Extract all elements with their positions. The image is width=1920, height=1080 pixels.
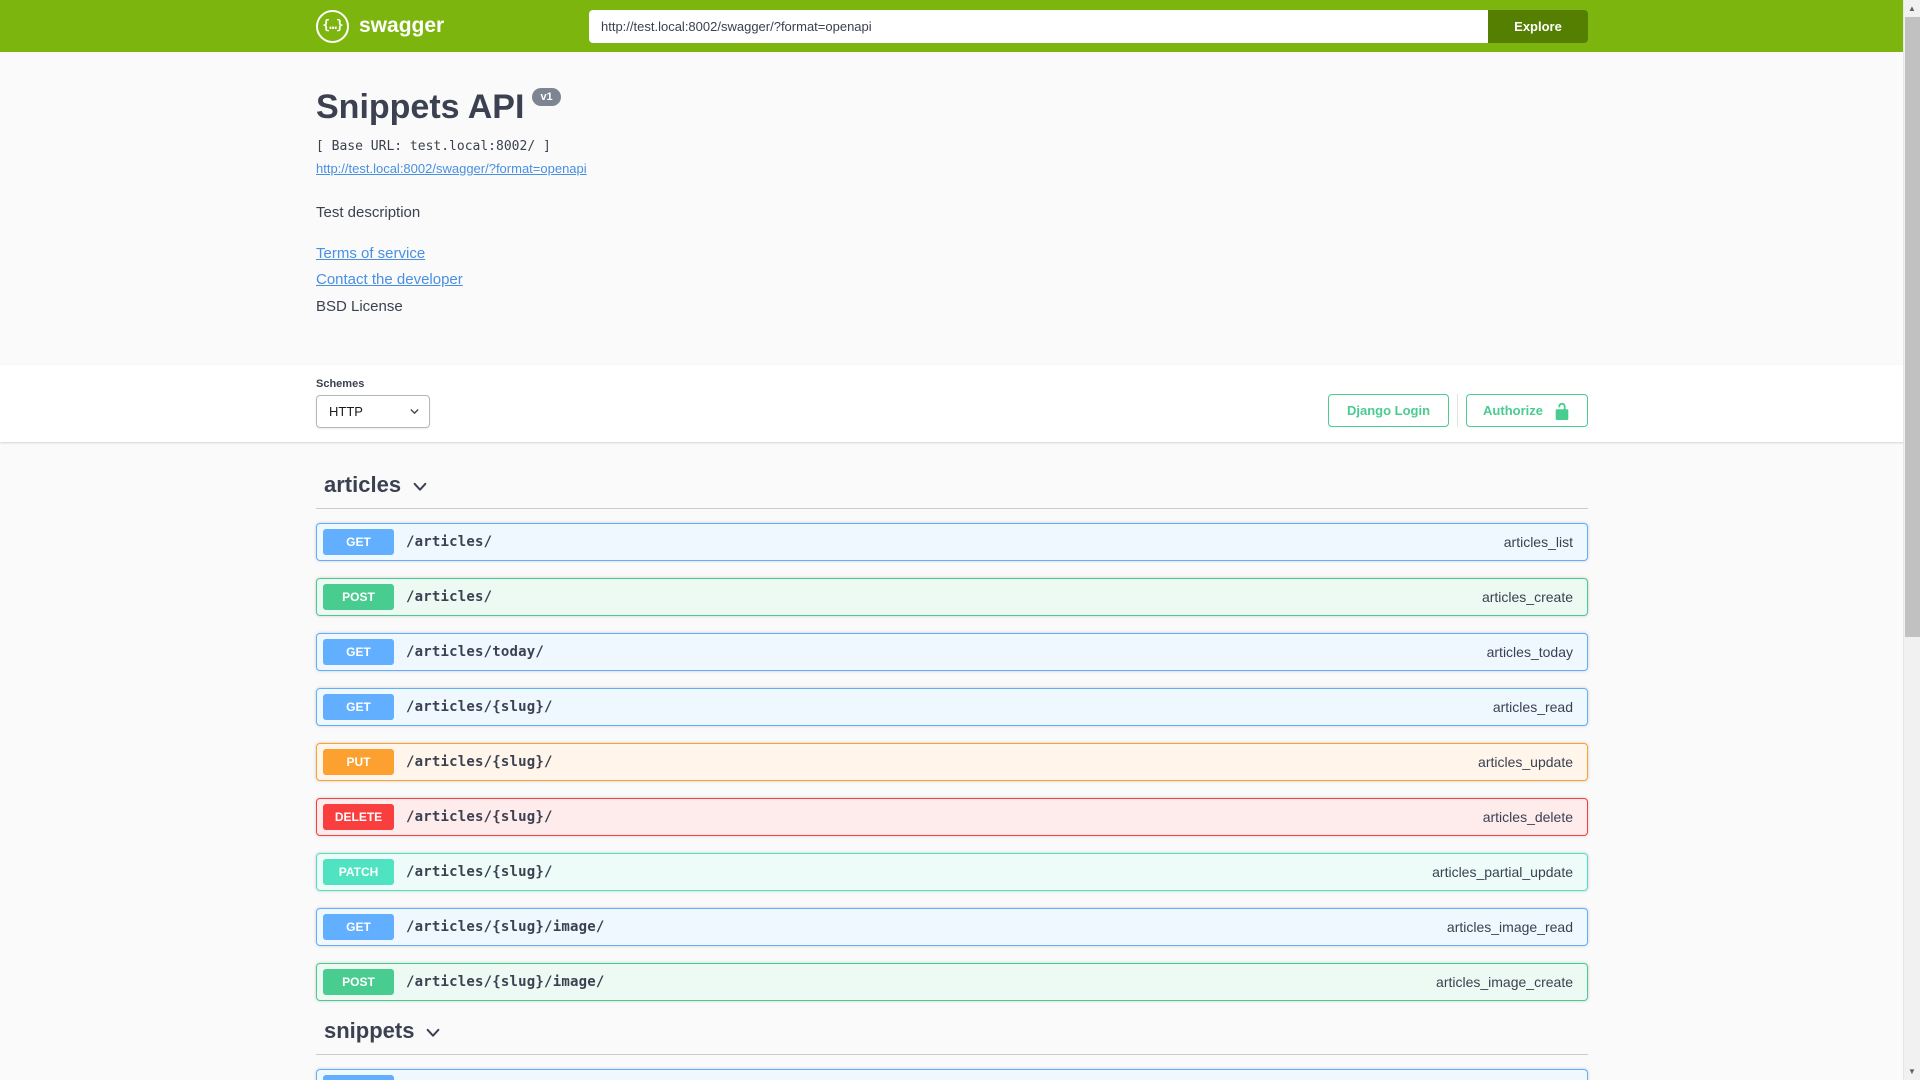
swagger-ui-page: {…} swagger Explore Snippets API v1 [ Bas… xyxy=(0,0,1920,1080)
tag-section: snippets GET /snippets/ snippets_list xyxy=(316,1018,1588,1080)
chevron-down-icon xyxy=(427,1028,440,1037)
auth-divider xyxy=(1457,394,1459,427)
tag-title: snippets xyxy=(324,1018,415,1043)
operation-row[interactable]: GET /snippets/ snippets_list xyxy=(316,1069,1588,1080)
scrollbar[interactable]: ▲ ▼ xyxy=(1903,0,1920,1080)
operation-row[interactable]: POST /articles/ articles_create xyxy=(316,578,1588,616)
operation-row[interactable]: GET /articles/{slug}/image/ articles_ima… xyxy=(316,908,1588,946)
scrollbar-down-icon[interactable]: ▼ xyxy=(1904,1063,1920,1080)
method-badge: GET xyxy=(323,639,394,665)
api-title-text: Snippets API xyxy=(316,88,525,126)
scheme-select[interactable]: HTTP xyxy=(316,395,430,428)
auth-wrapper: Django Login Authorize xyxy=(1328,394,1588,427)
method-badge: POST xyxy=(323,584,394,610)
scrollbar-thumb[interactable] xyxy=(1905,17,1920,637)
django-login-button[interactable]: Django Login xyxy=(1328,394,1450,427)
authorize-button[interactable]: Authorize xyxy=(1466,394,1588,427)
op-id: articles_today xyxy=(1486,644,1573,660)
chevron-down-icon xyxy=(413,482,427,491)
op-path: /articles/{slug}/ xyxy=(406,699,553,715)
version-badge: v1 xyxy=(532,88,561,106)
op-id: articles_list xyxy=(1503,534,1573,550)
op-path: /articles/{slug}/ xyxy=(406,864,553,880)
op-id: articles_delete xyxy=(1482,809,1573,825)
op-path: /articles/ xyxy=(406,534,493,550)
tag-title: articles xyxy=(324,472,402,497)
method-badge: GET xyxy=(323,694,394,720)
operations-container: articles GET /articles/ articles_list PO… xyxy=(316,442,1588,1080)
operation-row[interactable]: GET /articles/ articles_list xyxy=(316,523,1588,561)
page-title: Snippets API v1 xyxy=(316,88,1588,127)
spec-link[interactable]: http://test.local:8002/swagger/?format=o… xyxy=(316,161,587,176)
tag-header[interactable]: snippets xyxy=(316,1018,1588,1055)
op-path: /articles/{slug}/ xyxy=(406,809,553,825)
op-id: articles_image_read xyxy=(1446,919,1573,935)
license-text: BSD License xyxy=(316,298,403,315)
method-badge: PATCH xyxy=(323,859,394,885)
topbar-wrapper: {…} swagger Explore xyxy=(316,0,1588,52)
swagger-logo-icon: {…} xyxy=(316,9,349,43)
operation-row[interactable]: POST /articles/{slug}/image/ articles_im… xyxy=(316,963,1588,1001)
terms-of-service-link[interactable]: Terms of service xyxy=(316,245,425,262)
schemes-label: Schemes xyxy=(316,378,365,390)
op-path: /articles/ xyxy=(406,589,493,605)
tag-section: articles GET /articles/ articles_list PO… xyxy=(316,472,1588,1001)
topbar: {…} swagger Explore xyxy=(0,0,1920,52)
operation-row[interactable]: GET /articles/{slug}/ articles_read xyxy=(316,688,1588,726)
operation-row[interactable]: PATCH /articles/{slug}/ articles_partial… xyxy=(316,853,1588,891)
contact-developer-link[interactable]: Contact the developer xyxy=(316,271,463,288)
op-path: /articles/today/ xyxy=(406,644,545,660)
info-section: Snippets API v1 [ Base URL: test.local:80… xyxy=(0,52,1920,365)
method-badge: GET xyxy=(323,529,394,555)
method-badge: POST xyxy=(323,969,394,995)
method-badge: GET xyxy=(323,914,394,940)
scheme-container: Schemes HTTP Django Login Authorize xyxy=(0,365,1920,442)
op-list: GET /articles/ articles_list POST /artic… xyxy=(316,509,1588,1001)
authorize-label: Authorize xyxy=(1483,403,1543,418)
operation-row[interactable]: PUT /articles/{slug}/ articles_update xyxy=(316,743,1588,781)
spec-url-form: Explore xyxy=(589,9,1588,43)
method-badge: DELETE xyxy=(323,804,394,830)
method-badge: PUT xyxy=(323,749,394,775)
op-id: articles_update xyxy=(1478,754,1573,770)
spec-url-input[interactable] xyxy=(589,9,1488,43)
api-description: Test description xyxy=(316,204,421,221)
explore-button[interactable]: Explore xyxy=(1488,9,1588,43)
brand-text: swagger xyxy=(359,14,445,37)
op-id: articles_image_create xyxy=(1436,974,1573,990)
scrollbar-up-icon[interactable]: ▲ xyxy=(1904,0,1920,17)
op-path: /articles/{slug}/image/ xyxy=(406,919,605,935)
op-id: articles_read xyxy=(1492,699,1573,715)
op-path: /articles/{slug}/ xyxy=(406,754,553,770)
op-id: articles_create xyxy=(1481,589,1573,605)
method-badge: GET xyxy=(323,1075,394,1080)
schemes-block: Schemes HTTP xyxy=(316,378,430,428)
op-list: GET /snippets/ snippets_list xyxy=(316,1055,1588,1080)
operation-row[interactable]: DELETE /articles/{slug}/ articles_delete xyxy=(316,798,1588,836)
swagger-logo-link[interactable]: {…} swagger xyxy=(316,9,445,43)
unlock-icon xyxy=(1555,402,1569,420)
chevron-down-icon xyxy=(410,409,419,415)
op-id: articles_partial_update xyxy=(1432,864,1573,880)
op-path: /articles/{slug}/image/ xyxy=(406,974,605,990)
logo-braces-glyph: {…} xyxy=(322,17,344,33)
base-url-text: [ Base URL: test.local:8002/ ] xyxy=(316,139,551,154)
tag-header[interactable]: articles xyxy=(316,472,1588,509)
scheme-selected-value: HTTP xyxy=(329,404,363,419)
operation-row[interactable]: GET /articles/today/ articles_today xyxy=(316,633,1588,671)
